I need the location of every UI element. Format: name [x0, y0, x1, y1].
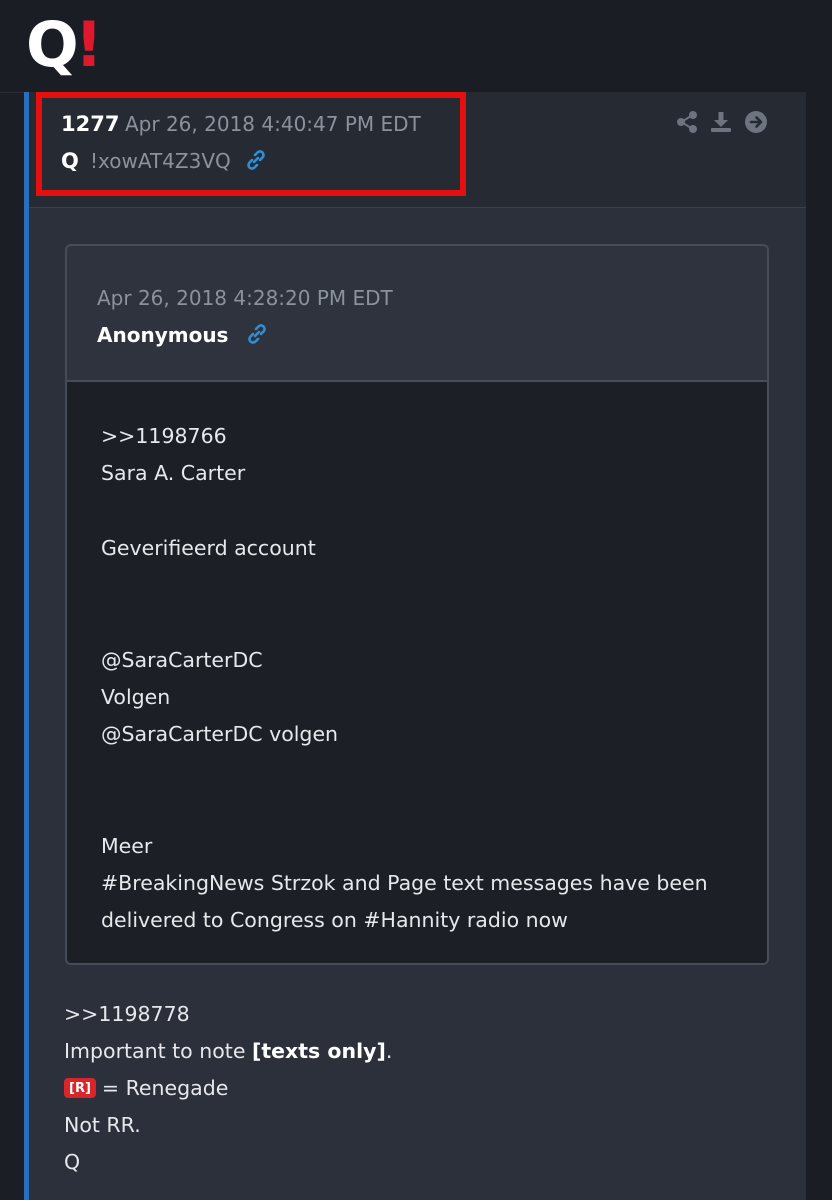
- download-icon[interactable]: [709, 110, 733, 134]
- logo-letter: Q: [26, 8, 79, 81]
- post-timestamp: Apr 26, 2018 4:40:47 PM EDT: [125, 112, 421, 136]
- top-bar: Q!: [0, 0, 832, 93]
- reply-signature: Q: [64, 1150, 81, 1174]
- quoted-post-timestamp: Apr 26, 2018 4:28:20 PM EDT: [97, 286, 393, 310]
- quoted-post-body: >>1198766 Sara A. Carter Geverifieerd ac…: [67, 382, 767, 963]
- quoted-post-header: Apr 26, 2018 4:28:20 PM EDT Anonymous: [67, 246, 767, 382]
- reply-note-text: Important to note: [64, 1039, 252, 1063]
- reply-reference-link[interactable]: >>1198778: [64, 1002, 190, 1026]
- quote-line: @SaraCarterDC: [101, 648, 263, 672]
- quoted-post-author: Anonymous: [97, 323, 229, 347]
- reply-note-bold: [texts only]: [251, 1039, 386, 1063]
- badge-meaning: = Renegade: [101, 1076, 229, 1100]
- quote-line: Meer: [101, 834, 153, 858]
- post-author: Q: [61, 149, 79, 173]
- link-icon[interactable]: [244, 148, 268, 172]
- post-tripcode: !xowAT4Z3VQ: [90, 149, 231, 173]
- quote-line: Volgen: [101, 685, 171, 709]
- site-logo[interactable]: Q!: [26, 14, 103, 76]
- post-card: 1277 Apr 26, 2018 4:40:47 PM EDT Q !xowA…: [29, 92, 806, 1200]
- reply-line: Not RR.: [64, 1113, 141, 1137]
- renegade-badge: [R]: [64, 1078, 96, 1098]
- logo-mark: !: [74, 8, 103, 81]
- reply-note-suffix: .: [385, 1039, 393, 1063]
- quote-reference-link[interactable]: >>1198766: [101, 424, 227, 448]
- link-icon[interactable]: [245, 322, 269, 346]
- quote-line: Sara A. Carter: [101, 461, 246, 485]
- quote-line: Geverifieerd account: [101, 536, 316, 560]
- reply-line: [R] = Renegade: [64, 1076, 228, 1100]
- page-edge: [806, 92, 832, 1200]
- reply-line: Important to note [texts only].: [64, 1039, 392, 1063]
- quote-line: @SaraCarterDC volgen: [101, 722, 339, 746]
- quote-line: delivered to Congress on #Hannity radio …: [101, 908, 568, 932]
- share-icon[interactable]: [675, 110, 699, 134]
- quote-line: #BreakingNews Strzok and Page text messa…: [101, 871, 708, 895]
- highlight-annotation: [36, 92, 466, 196]
- post-number[interactable]: 1277: [61, 112, 119, 136]
- arrow-right-circle-icon[interactable]: [744, 110, 768, 134]
- quoted-post: Apr 26, 2018 4:28:20 PM EDT Anonymous >>…: [65, 244, 769, 965]
- post-header: 1277 Apr 26, 2018 4:40:47 PM EDT Q !xowA…: [29, 92, 806, 208]
